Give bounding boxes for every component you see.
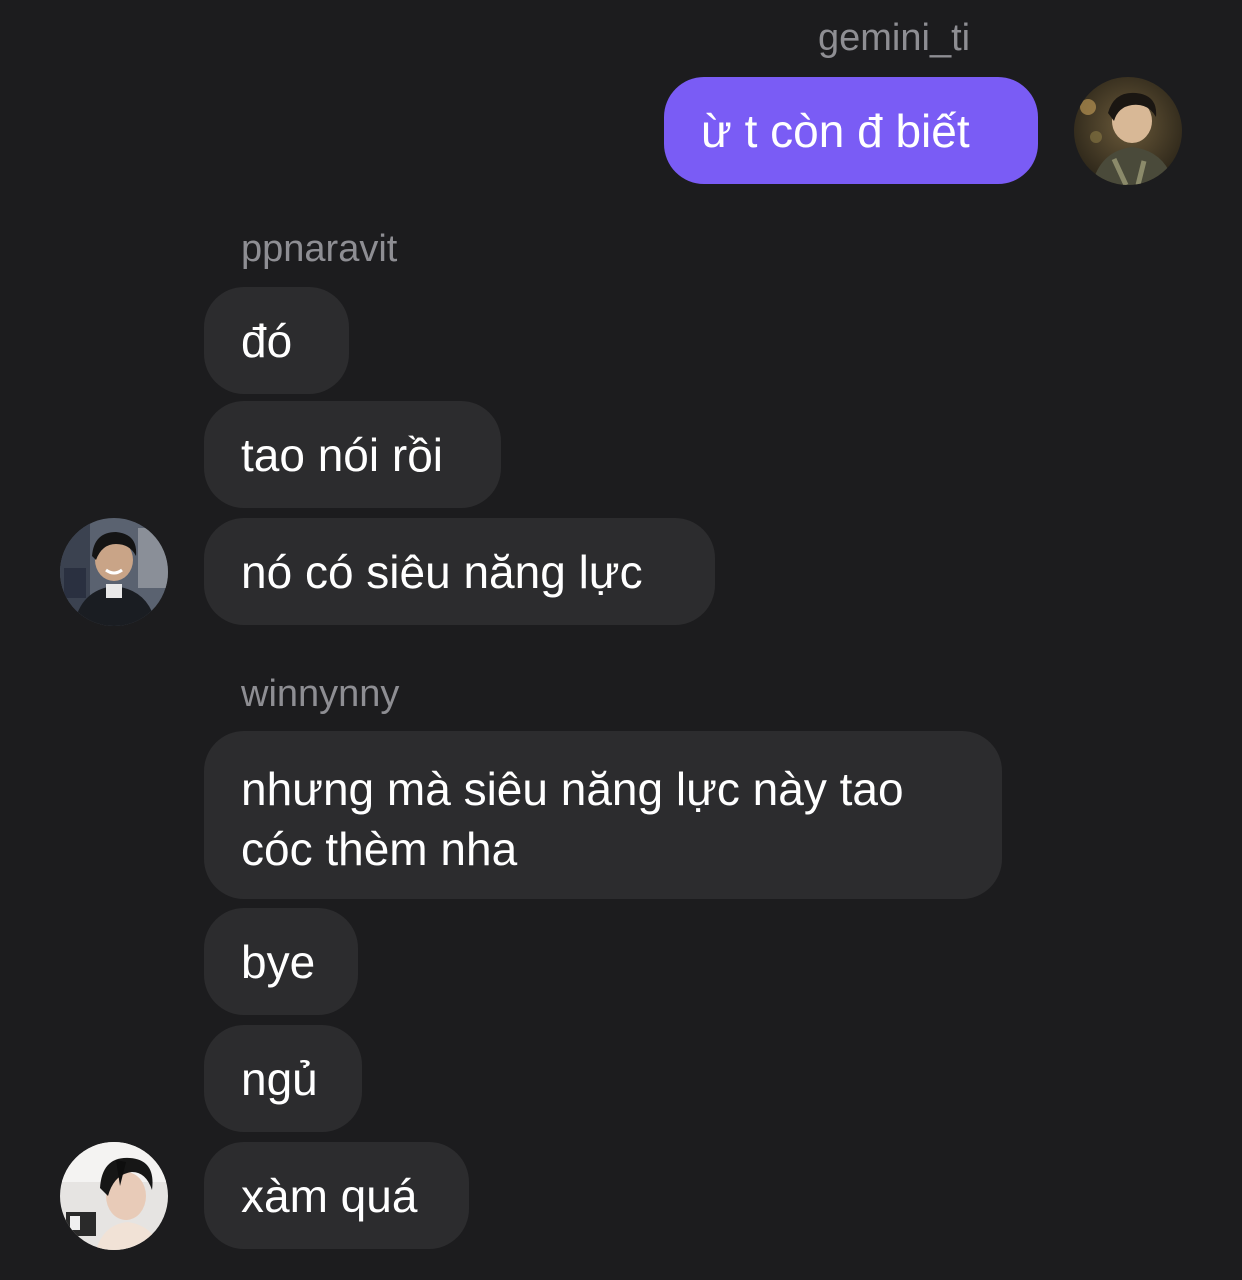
sender-name-winnynny: winnynny	[241, 673, 400, 715]
message-bubble-outgoing[interactable]: ừ t còn đ biết	[664, 77, 1038, 184]
message-bubble-incoming[interactable]: tao nói rồi	[204, 401, 501, 508]
avatar-gemini-ti[interactable]	[1074, 77, 1182, 185]
avatar-winnynny[interactable]	[60, 1142, 168, 1250]
message-bubble-incoming[interactable]: nó có siêu năng lực	[204, 518, 715, 625]
avatar-ppnaravit[interactable]	[60, 518, 168, 626]
user-photo-avatar-icon	[60, 518, 168, 626]
sender-name-ppnaravit: ppnaravit	[241, 228, 398, 270]
user-photo-avatar-icon	[1074, 77, 1182, 185]
message-bubble-incoming[interactable]: đó	[204, 287, 349, 394]
sender-name-gemini-ti: gemini_ti	[818, 17, 971, 59]
message-bubble-incoming[interactable]: ngủ	[204, 1025, 362, 1132]
message-bubble-incoming[interactable]: bye	[204, 908, 358, 1015]
user-photo-avatar-icon	[60, 1142, 168, 1250]
message-bubble-incoming[interactable]: nhưng mà siêu năng lực này tao cóc thèm …	[204, 731, 1002, 899]
message-bubble-incoming[interactable]: xàm quá	[204, 1142, 469, 1249]
chat-thread: gemini_ti ừ t còn đ biết ppnaravit đó ta…	[0, 0, 1242, 1280]
